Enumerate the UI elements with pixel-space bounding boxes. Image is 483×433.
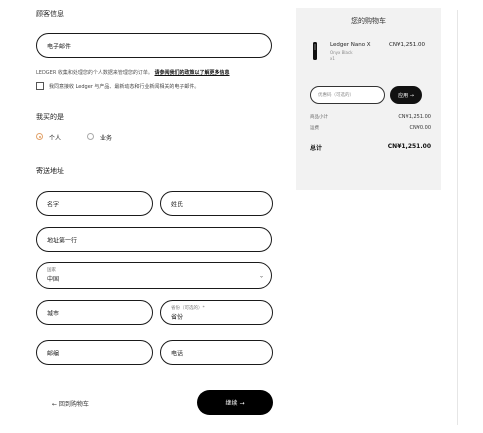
first-name-placeholder: 名字 [47, 201, 60, 208]
province-caption: 省份（可选的）* [171, 306, 205, 311]
postcode-field[interactable]: 邮编 [36, 340, 153, 365]
city-placeholder: 城市 [47, 310, 60, 317]
customer-info-heading: 顾客信息 [36, 10, 64, 18]
cart-title: 您的购物车 [351, 17, 386, 25]
apply-promo-button[interactable]: 应用 → [390, 86, 422, 104]
shipping-heading: 寄送地址 [36, 167, 64, 175]
subtotal-label: 商品小计 [310, 115, 328, 120]
email-placeholder: 电子邮件 [47, 43, 72, 50]
subtotal-value: CN¥1,251.00 [398, 114, 431, 120]
promo-code-placeholder: 优惠码（可选的） [318, 93, 354, 98]
phone-placeholder: 电话 [171, 350, 184, 357]
last-name-field[interactable]: 姓氏 [160, 191, 273, 216]
radio-personal[interactable] [36, 133, 43, 140]
total-value: CN¥1,251.00 [387, 143, 431, 150]
shipping-cost-label: 运费 [310, 126, 319, 131]
ledger-device-icon [313, 42, 317, 60]
country-select[interactable]: 国家 中国 ⌄ [36, 262, 272, 289]
radio-business[interactable] [87, 133, 94, 140]
phone-field[interactable]: 电话 [160, 340, 273, 365]
postcode-placeholder: 邮编 [47, 350, 60, 357]
continue-button[interactable]: 继续 → [197, 390, 273, 415]
total-label: 总计 [310, 145, 323, 152]
email-field[interactable]: 电子邮件 [36, 33, 272, 58]
radio-personal-label: 个人 [49, 135, 62, 142]
product-price: CN¥1,251.00 [389, 42, 425, 48]
city-field[interactable]: 城市 [36, 300, 153, 325]
shipping-cost-value: CN¥0.00 [409, 125, 431, 131]
page-divider [457, 10, 458, 425]
purchase-type-heading: 我买的是 [36, 113, 64, 121]
address-line1-placeholder: 地址第一行 [47, 237, 78, 244]
first-name-field[interactable]: 名字 [36, 191, 153, 216]
product-name: Ledger Nano X [330, 42, 371, 48]
chevron-down-icon: ⌄ [258, 272, 264, 279]
province-field[interactable]: 省份（可选的）* 省份 [160, 300, 273, 325]
country-value: 中国 [47, 276, 60, 283]
cart-panel: 您的购物车 Ledger Nano X Onyx Black x1 CN¥1,2… [296, 8, 441, 190]
newsletter-checkbox[interactable] [36, 82, 44, 90]
privacy-link[interactable]: 请参阅我们的政策以了解更多信息 [155, 70, 230, 76]
country-caption: 国家 [47, 268, 56, 273]
newsletter-label: 我同意接收 Ledger 与产品、最新动态和行业新闻相关的电子邮件。 [49, 84, 200, 90]
radio-business-label: 业务 [100, 135, 113, 142]
province-value: 省份 [171, 314, 184, 321]
privacy-text: LEDGER 收集和处理您的个人数据来管理您的订单。 请参阅我们的政策以了解更多… [36, 70, 230, 76]
last-name-placeholder: 姓氏 [171, 201, 184, 208]
product-quantity: x1 [330, 56, 335, 61]
back-to-cart-link[interactable]: ← 回到购物车 [52, 399, 89, 408]
promo-code-input[interactable]: 优惠码（可选的） [310, 86, 385, 104]
address-line1-field[interactable]: 地址第一行 [36, 227, 272, 252]
product-color: Onyx Black [330, 50, 353, 55]
